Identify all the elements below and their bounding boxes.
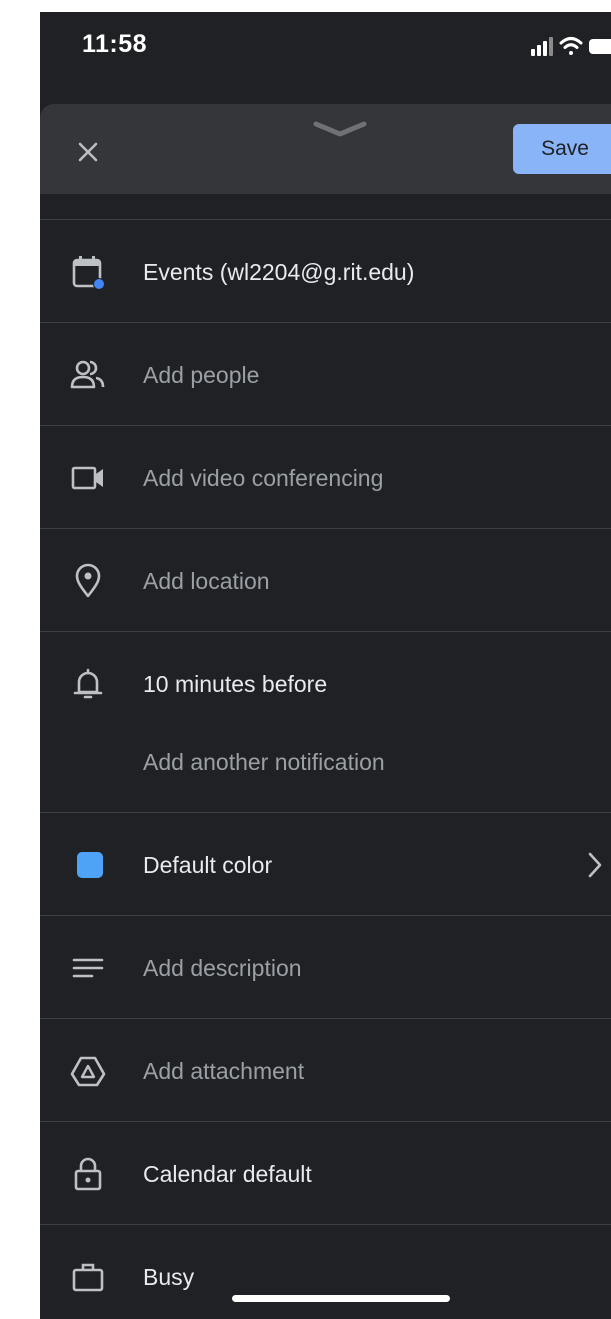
drive-icon	[70, 1053, 106, 1089]
video-conferencing-label: Add video conferencing	[143, 465, 384, 491]
calendar-row[interactable]: Events (wl2204@g.rit.edu)	[40, 219, 611, 322]
lock-icon	[70, 1156, 106, 1192]
location-row[interactable]: Add location	[40, 528, 611, 631]
add-notification-link[interactable]: Add another notification	[143, 748, 385, 776]
wifi-icon	[559, 37, 583, 55]
signal-icon	[531, 37, 553, 56]
status-time: 11:58	[82, 30, 148, 58]
chevron-right-icon	[583, 849, 607, 881]
visibility-label: Calendar default	[143, 1161, 312, 1187]
color-label: Default color	[143, 852, 273, 878]
save-button[interactable]: Save	[513, 124, 611, 174]
video-conferencing-row[interactable]: Add video conferencing	[40, 425, 611, 528]
status-icons	[501, 34, 611, 58]
attachment-label: Add attachment	[143, 1058, 305, 1084]
video-icon	[70, 460, 106, 496]
status-bar: 11:58	[40, 12, 611, 102]
calendar-label: Events (wl2204@g.rit.edu)	[143, 259, 415, 285]
location-label: Add location	[143, 568, 270, 594]
battery-icon	[589, 39, 611, 54]
calendar-icon	[70, 254, 106, 290]
location-pin-icon	[70, 563, 106, 599]
close-button[interactable]	[68, 132, 108, 172]
availability-label: Busy	[143, 1264, 195, 1290]
color-swatch	[77, 852, 103, 878]
event-options-list: Events (wl2204@g.rit.edu) Add people Add…	[40, 219, 611, 1319]
bell-icon	[70, 666, 106, 702]
add-people-label: Add people	[143, 362, 260, 388]
visibility-row[interactable]: Calendar default	[40, 1121, 611, 1224]
close-icon	[78, 142, 98, 162]
notification-label[interactable]: 10 minutes before	[143, 670, 327, 698]
notes-icon	[70, 950, 106, 986]
description-row[interactable]: Add description	[40, 915, 611, 1018]
sheet-header: Save	[40, 104, 611, 194]
notification-row[interactable]: 10 minutes before Add another notificati…	[40, 631, 611, 812]
attachment-row[interactable]: Add attachment	[40, 1018, 611, 1121]
chevron-down-icon	[313, 121, 367, 137]
sheet-collapse-handle[interactable]	[310, 118, 370, 142]
briefcase-icon	[70, 1259, 106, 1295]
availability-row[interactable]: Busy	[40, 1224, 611, 1319]
description-label: Add description	[143, 955, 302, 981]
color-row[interactable]: Default color	[40, 812, 611, 915]
home-indicator[interactable]	[232, 1295, 450, 1302]
event-editor-screen: 11:58 Save Events (wl2204@g.rit.edu) Add…	[40, 12, 611, 1319]
add-people-row[interactable]: Add people	[40, 322, 611, 425]
people-icon	[70, 357, 106, 393]
